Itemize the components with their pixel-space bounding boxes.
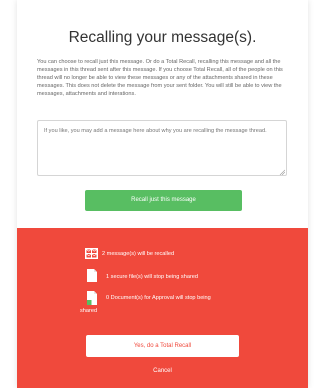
dialog-title: Recalling your message(s).: [68, 29, 257, 46]
intro-text: You can choose to recall just this messa…: [37, 59, 283, 97]
approval-document-icon: [87, 291, 97, 305]
messages-recalled-text: 2 message(s) will be recalled: [102, 251, 175, 257]
approval-docs-text: 0 Document(s) for Approval will stop bei…: [106, 295, 211, 301]
recall-dialog: Recalling your message(s). You can choos…: [17, 0, 308, 388]
recall-just-this-message-button[interactable]: Recall just this message: [85, 190, 242, 211]
cancel-link[interactable]: Cancel: [17, 368, 308, 374]
recall-message-input[interactable]: [37, 120, 287, 176]
resize-grip-icon[interactable]: [279, 169, 285, 175]
files-stop-sharing-text: 1 secure file(s) will stop being shared: [106, 274, 199, 280]
approval-docs-text-continued: shared: [80, 308, 98, 314]
total-recall-button[interactable]: Yes, do a Total Recall: [86, 335, 239, 357]
total-recall-panel: 2 message(s) will be recalled 1 secure f…: [17, 228, 308, 388]
document-icon: [87, 269, 97, 282]
messages-stack-icon: [85, 248, 98, 259]
